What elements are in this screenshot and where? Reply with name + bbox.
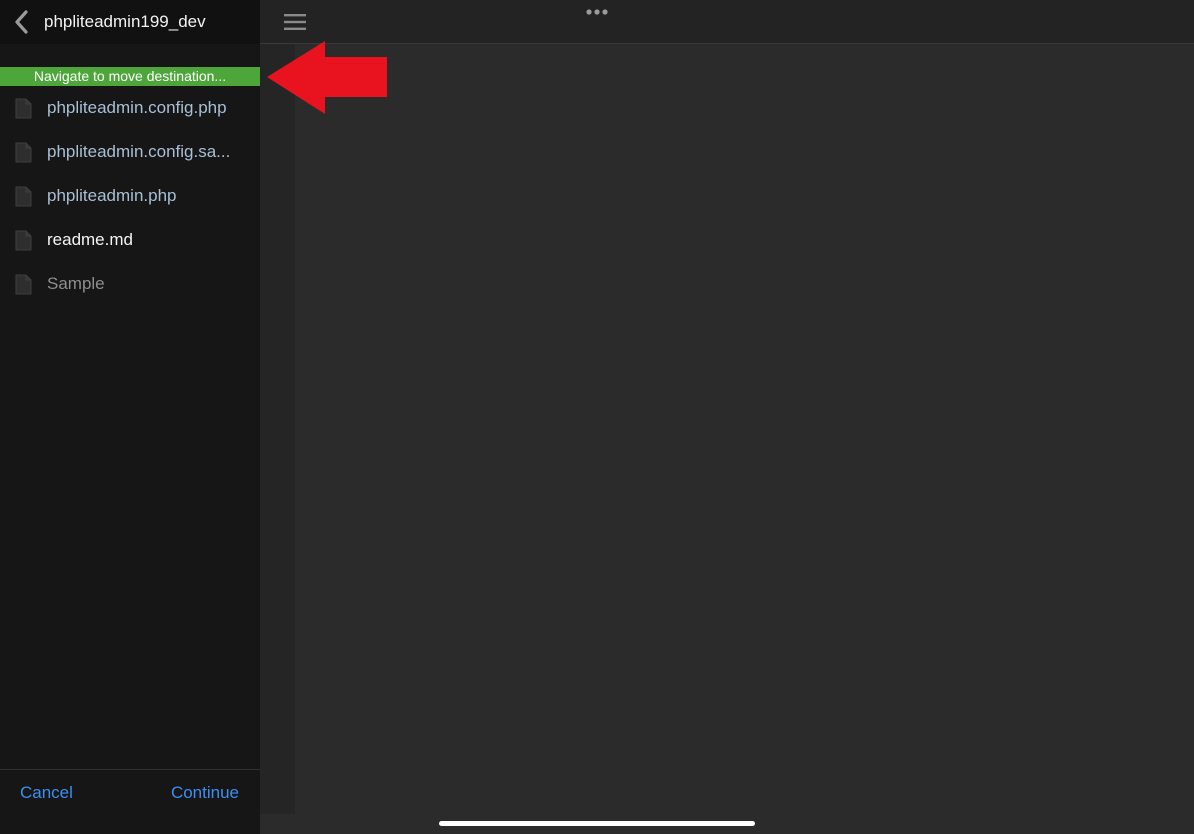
document-icon	[15, 186, 32, 207]
home-indicator[interactable]	[439, 821, 755, 826]
file-item-phpliteadmin-config-php[interactable]: phpliteadmin.config.php	[0, 86, 260, 130]
file-name: phpliteadmin.config.sa...	[47, 142, 231, 161]
sidebar-header: phpliteadmin199_dev	[0, 0, 260, 44]
file-item-sample[interactable]: Sample	[0, 262, 260, 306]
more-dots-icon[interactable]	[586, 8, 608, 16]
file-list: phpliteadmin.config.php phpliteadmin.con…	[0, 86, 260, 306]
chevron-left-icon[interactable]	[10, 9, 34, 35]
editor-area[interactable]	[295, 44, 1194, 834]
file-item-phpliteadmin-php[interactable]: phpliteadmin.php	[0, 174, 260, 218]
file-item-readme-md[interactable]: readme.md	[0, 218, 260, 262]
editor-gutter	[260, 44, 295, 814]
red-arrow-annotation	[267, 41, 387, 114]
continue-button[interactable]: Continue	[171, 783, 239, 803]
hamburger-menu-icon[interactable]	[284, 13, 306, 31]
file-name: phpliteadmin.config.php	[47, 98, 227, 117]
sidebar-footer: Cancel Continue	[0, 769, 260, 834]
document-icon	[15, 274, 32, 295]
document-icon	[15, 98, 32, 119]
document-icon	[15, 142, 32, 163]
file-item-phpliteadmin-config-sample[interactable]: phpliteadmin.config.sa...	[0, 130, 260, 174]
cancel-button[interactable]: Cancel	[20, 783, 73, 803]
file-name: readme.md	[47, 230, 133, 249]
file-browser-sidebar: phpliteadmin199_dev Navigate to move des…	[0, 0, 260, 834]
app-screen: phpliteadmin199_dev Navigate to move des…	[0, 0, 1194, 834]
editor-toolbar	[260, 0, 1194, 44]
document-icon	[15, 230, 32, 251]
file-name: Sample	[47, 274, 105, 293]
file-name: phpliteadmin.php	[47, 186, 177, 205]
folder-title: phpliteadmin199_dev	[44, 12, 206, 31]
move-destination-banner: Navigate to move destination...	[0, 67, 260, 86]
